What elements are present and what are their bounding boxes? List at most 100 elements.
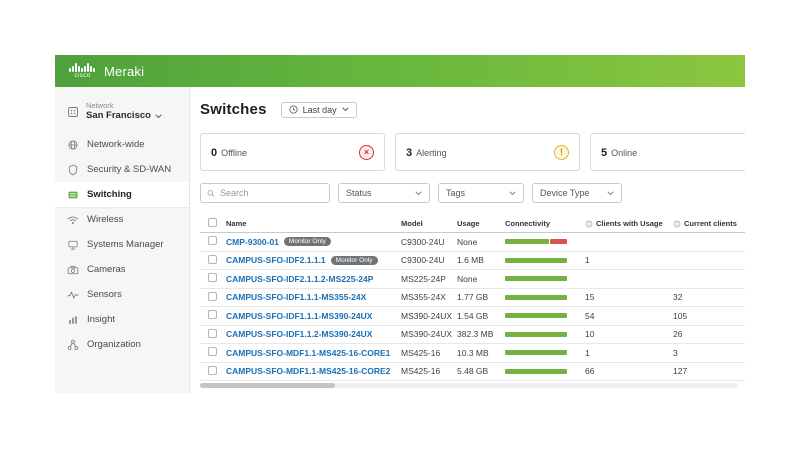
network-selector[interactable]: Network San Francisco [55, 95, 189, 132]
cell-current-clients: 32 [673, 292, 683, 303]
network-grid-icon [68, 106, 78, 117]
row-name-link[interactable]: CMP-9300-01 [226, 237, 279, 247]
sidebar-item-label: Cameras [87, 264, 126, 276]
current-clients-info-icon[interactable] [673, 220, 681, 228]
cell-current-clients: 127 [673, 366, 688, 377]
sidebar-item-security-sdwan[interactable]: Security & SD-WAN [55, 157, 189, 182]
row-name-link[interactable]: CAMPUS-SFO-IDF1.1.1-MS355-24X [226, 292, 366, 302]
select-all-checkbox[interactable] [208, 218, 217, 227]
device-type-filter-dropdown[interactable]: Device Type [532, 183, 622, 203]
cell-usage: None [457, 273, 478, 284]
sidebar-item-network-wide[interactable]: Network-wide [55, 132, 189, 157]
horizontal-scrollbar-track[interactable] [200, 383, 738, 388]
connectivity-segment [505, 276, 567, 282]
cell-current-clients: 105 [673, 310, 688, 321]
cell-model: MS390-24UX [401, 310, 453, 321]
sidebar-item-cameras[interactable]: Cameras [55, 257, 189, 282]
app-window: cisco Meraki Network San Francisco Netwo… [55, 55, 745, 393]
search-icon [207, 189, 215, 197]
sidebar-item-label: Security & SD-WAN [87, 164, 172, 176]
camera-icon [67, 265, 79, 274]
row-checkbox[interactable] [208, 310, 217, 320]
sidebar-item-insight[interactable]: Insight [55, 307, 189, 332]
table-row[interactable]: CAMPUS-SFO-MDF1.1-MS425-16-CORE2 MS425-1… [200, 363, 745, 381]
row-checkbox[interactable] [208, 273, 217, 283]
status-card-offline[interactable]: 0 Offline × [200, 133, 385, 171]
status-card-alerting[interactable]: 3 Alerting ! [395, 133, 580, 171]
table-row[interactable]: CAMPUS-SFO-IDF1.1.1-MS355-24X MS355-24X … [200, 289, 745, 307]
column-header-model[interactable]: Model [401, 219, 457, 228]
sensor-icon [67, 291, 79, 299]
chevron-down-icon [341, 107, 349, 112]
tags-filter-dropdown[interactable]: Tags [438, 183, 524, 203]
online-count: 5 [601, 147, 608, 159]
organization-icon [67, 339, 79, 350]
main-content: Switches Last day 0Offline × 3Alerting [190, 87, 745, 393]
cisco-logo[interactable]: cisco [69, 63, 96, 79]
search-input[interactable] [219, 188, 323, 198]
row-checkbox[interactable] [208, 236, 217, 246]
row-name-link[interactable]: CAMPUS-SFO-IDF2.1.1.1 [226, 255, 326, 265]
meraki-wordmark: Meraki [104, 63, 145, 79]
table-row[interactable]: CAMPUS-SFO-IDF1.1.2-MS390-24UX MS390-24U… [200, 326, 745, 344]
table-row[interactable]: CMP-9300-01 Monitor Only C9300-24U None [200, 233, 745, 252]
device-type-filter-label: Device Type [540, 188, 590, 198]
sidebar-item-organization[interactable]: Organization [55, 332, 189, 357]
search-box[interactable] [200, 183, 330, 203]
cell-clients-with-usage: 1 [585, 255, 590, 266]
row-checkbox[interactable] [208, 365, 217, 375]
cell-model: MS355-24X [401, 292, 446, 303]
bar-chart-icon [69, 316, 77, 324]
table-row[interactable]: CAMPUS-SFO-IDF1.1.1-MS390-24UX MS390-24U… [200, 307, 745, 326]
filters-bar: Status Tags Device Type [200, 183, 745, 203]
table-header-row: Name Model Usage Connectivity Clients wi… [200, 215, 745, 233]
table-row[interactable]: CAMPUS-SFO-IDF2.1.1.2-MS225-24P MS225-24… [200, 270, 745, 289]
clients-info-icon[interactable] [585, 220, 593, 228]
column-header-connectivity[interactable]: Connectivity [505, 219, 585, 228]
cell-usage: None [457, 236, 478, 247]
row-checkbox[interactable] [208, 254, 217, 264]
sidebar-item-wireless[interactable]: Wireless [55, 207, 189, 232]
column-header-current-clients[interactable]: Current clients [673, 219, 745, 228]
sidebar-item-switching[interactable]: Switching [55, 182, 189, 208]
time-range-label: Last day [302, 104, 337, 115]
chevron-down-icon [415, 190, 422, 195]
cell-model: MS225-24P [401, 273, 446, 284]
cell-usage: 1.77 GB [457, 292, 489, 303]
sidebar-item-systems-manager[interactable]: Systems Manager [55, 232, 189, 257]
cell-clients-with-usage: 54 [585, 310, 595, 321]
horizontal-scrollbar-thumb[interactable] [200, 383, 335, 388]
cell-model: MS390-24UX [401, 329, 453, 340]
status-card-online[interactable]: 5Online ✓ [590, 133, 745, 171]
connectivity-bar [505, 313, 567, 319]
row-checkbox[interactable] [208, 347, 217, 357]
row-name-link[interactable]: CAMPUS-SFO-MDF1.1-MS425-16-CORE2 [226, 366, 390, 376]
table-row[interactable]: CAMPUS-SFO-MDF1.1-MS425-16-CORE1 MS425-1… [200, 344, 745, 363]
table-row[interactable]: CAMPUS-SFO-IDF2.1.1.1 Monitor Only C9300… [200, 252, 745, 270]
column-header-clients-with-usage[interactable]: Clients with Usage [585, 219, 673, 228]
cell-current-clients: 26 [673, 329, 683, 340]
column-header-usage[interactable]: Usage [457, 219, 505, 228]
column-header-name[interactable]: Name [226, 219, 401, 228]
network-label: Network [86, 101, 114, 110]
chevron-down-icon [607, 190, 614, 195]
connectivity-segment [505, 239, 549, 245]
offline-label: Offline [221, 148, 247, 158]
time-range-dropdown[interactable]: Last day [280, 101, 357, 118]
status-filter-dropdown[interactable]: Status [338, 183, 430, 203]
row-checkbox[interactable] [208, 291, 217, 301]
sidebar-item-sensors[interactable]: Sensors [55, 282, 189, 307]
connectivity-segment [505, 313, 567, 319]
cell-model: MS425-16 [401, 366, 441, 377]
connectivity-bar [505, 294, 567, 300]
sidebar: Network San Francisco Network-wide Secur… [55, 87, 190, 393]
cell-model: MS425-16 [401, 347, 441, 358]
sidebar-item-label: Wireless [87, 214, 124, 226]
chevron-down-icon [155, 114, 162, 119]
row-name-link[interactable]: CAMPUS-SFO-IDF1.1.1-MS390-24UX [226, 311, 372, 321]
row-name-link[interactable]: CAMPUS-SFO-IDF2.1.1.2-MS225-24P [226, 274, 373, 284]
row-name-link[interactable]: CAMPUS-SFO-IDF1.1.2-MS390-24UX [226, 329, 372, 339]
row-checkbox[interactable] [208, 328, 217, 338]
connectivity-bar [505, 331, 567, 337]
row-name-link[interactable]: CAMPUS-SFO-MDF1.1-MS425-16-CORE1 [226, 348, 390, 358]
